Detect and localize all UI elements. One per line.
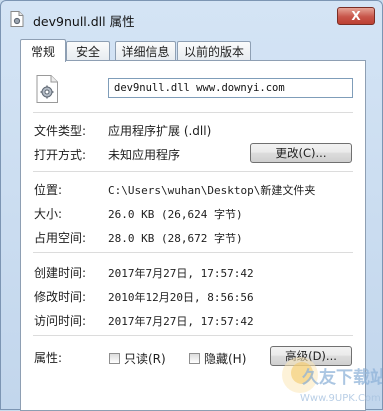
- accessed-value: 2017年7月27日, 17:57:42: [108, 315, 254, 328]
- readonly-checkbox[interactable]: 只读(R): [109, 350, 166, 367]
- tab-security-label: 安全: [75, 45, 100, 59]
- open-with-value: 未知应用程序: [108, 148, 181, 162]
- size-on-disk-label: 占用空间:: [34, 231, 87, 245]
- tab-general-label: 常规: [30, 44, 55, 59]
- readonly-label: 只读(R): [124, 352, 166, 366]
- attributes-label: 属性:: [34, 351, 63, 365]
- file-type-value: 应用程序扩展 (.dll): [108, 124, 212, 138]
- created-value: 2017年7月27日, 17:57:42: [108, 267, 254, 280]
- modified-value: 2010年12月20日, 8:56:56: [108, 291, 254, 304]
- separator: [33, 112, 353, 113]
- file-type-label: 文件类型:: [34, 124, 87, 138]
- separator: [33, 171, 353, 172]
- tab-previous-versions[interactable]: 以前的版本: [177, 41, 251, 61]
- location-label: 位置:: [34, 183, 63, 197]
- window-title: dev9null.dll 属性: [33, 14, 135, 29]
- hidden-label: 隐藏(H): [204, 352, 247, 366]
- accessed-label: 访问时间:: [34, 314, 87, 328]
- tab-previous-versions-label: 以前的版本: [183, 45, 244, 59]
- change-button-label: 更改(C)...: [275, 146, 327, 160]
- tab-details-label: 详细信息: [121, 45, 170, 59]
- tab-details[interactable]: 详细信息: [115, 41, 176, 61]
- location-value: C:\Users\wuhan\Desktop\新建文件夹: [108, 184, 316, 197]
- checkbox-box: [189, 353, 200, 364]
- tab-general[interactable]: 常规: [20, 39, 66, 62]
- advanced-button[interactable]: 高级(D)...: [270, 346, 352, 366]
- size-on-disk-value: 28.0 KB (28,672 字节): [108, 232, 243, 245]
- file-icon: [10, 11, 24, 27]
- size-label: 大小:: [34, 207, 63, 221]
- title-bar[interactable]: dev9null.dll 属性 X: [1, 1, 382, 35]
- change-button[interactable]: 更改(C)...: [250, 143, 352, 163]
- open-with-label: 打开方式:: [34, 148, 87, 162]
- modified-label: 修改时间:: [34, 290, 87, 304]
- tab-security[interactable]: 安全: [66, 41, 110, 61]
- close-icon: X: [351, 9, 361, 23]
- hidden-checkbox[interactable]: 隐藏(H): [189, 350, 246, 367]
- file-name-field[interactable]: dev9null.dll www.downyi.com: [108, 78, 353, 98]
- separator: [33, 335, 353, 336]
- close-button[interactable]: X: [337, 7, 375, 25]
- created-label: 创建时间:: [34, 266, 87, 280]
- advanced-button-label: 高级(D)...: [285, 349, 337, 363]
- general-panel: dev9null.dll www.downyi.com 文件类型: 应用程序扩展…: [20, 60, 366, 411]
- size-value: 26.0 KB (26,624 字节): [108, 208, 243, 221]
- separator: [33, 252, 353, 253]
- dll-file-icon: [36, 75, 58, 103]
- properties-window: dev9null.dll 属性 X 常规 安全 详细信息 以前的版本 dev9n…: [0, 0, 383, 411]
- checkbox-box: [109, 353, 120, 364]
